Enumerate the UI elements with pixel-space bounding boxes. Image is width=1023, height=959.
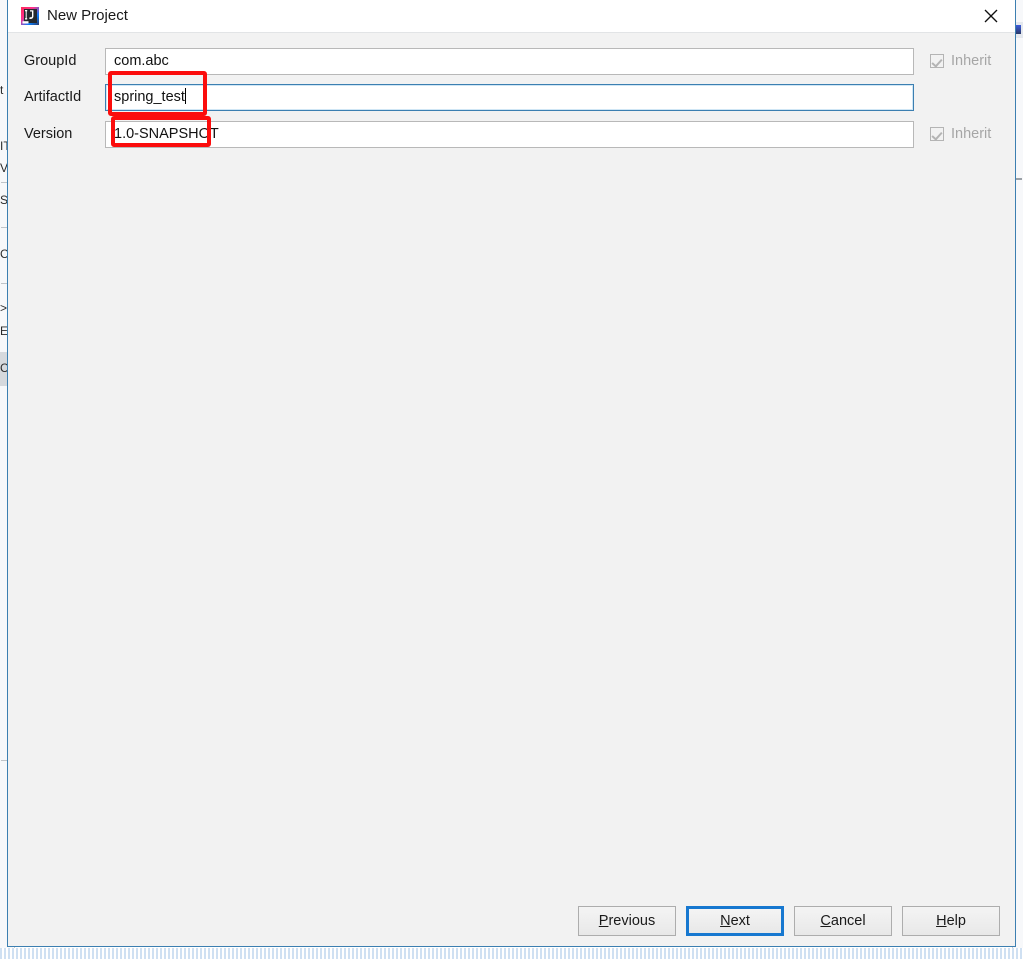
project-coordinates-form: GroupId com.abc Inherit ArtifactId sprin… (8, 33, 1015, 893)
help-button-mnemonic: H (936, 913, 947, 929)
version-inherit-label: Inherit (951, 126, 992, 142)
cancel-button[interactable]: Cancel (794, 906, 892, 936)
ide-bottom-status-area (0, 948, 1023, 959)
next-button-mnemonic: N (720, 913, 731, 929)
version-input[interactable]: 1.0-SNAPSHOT (105, 121, 914, 148)
help-button-label: elp (946, 913, 966, 929)
dialog-button-bar: Previous Next Cancel Help (8, 893, 1015, 946)
dialog-titlebar: New Project (8, 0, 1015, 33)
artifactid-input-value: spring_test (114, 89, 185, 105)
close-button[interactable] (969, 0, 1015, 32)
previous-button-mnemonic: P (598, 913, 609, 929)
form-row-groupid: GroupId com.abc Inherit (8, 48, 1015, 75)
next-button-label: ext (730, 913, 750, 929)
previous-button[interactable]: Previous (578, 906, 676, 936)
groupid-inherit-label: Inherit (951, 53, 992, 69)
new-project-dialog: New Project GroupId com.abc Inherit Arti… (7, 0, 1016, 947)
form-row-artifactid: ArtifactId spring_test (8, 84, 1015, 111)
checkbox-checked-icon (930, 54, 944, 68)
intellij-idea-icon (21, 7, 39, 25)
next-button[interactable]: Next (686, 906, 784, 936)
form-row-version: Version 1.0-SNAPSHOT Inherit (8, 121, 1015, 148)
artifactid-label: ArtifactId (24, 89, 82, 105)
cancel-button-label: ancel (830, 913, 866, 929)
checkbox-checked-icon (930, 127, 944, 141)
artifactid-input[interactable]: spring_test (105, 84, 914, 111)
close-icon (984, 9, 998, 23)
groupid-inherit-checkbox[interactable]: Inherit (930, 51, 991, 71)
previous-button-label: revious (608, 913, 656, 929)
version-label: Version (24, 126, 73, 142)
text-caret (184, 88, 186, 104)
cancel-button-mnemonic: C (820, 913, 831, 929)
help-button[interactable]: Help (902, 906, 1000, 936)
groupid-label: GroupId (24, 53, 77, 69)
dialog-title: New Project (47, 7, 128, 24)
version-inherit-checkbox[interactable]: Inherit (930, 124, 991, 144)
groupid-input[interactable]: com.abc (105, 48, 914, 75)
